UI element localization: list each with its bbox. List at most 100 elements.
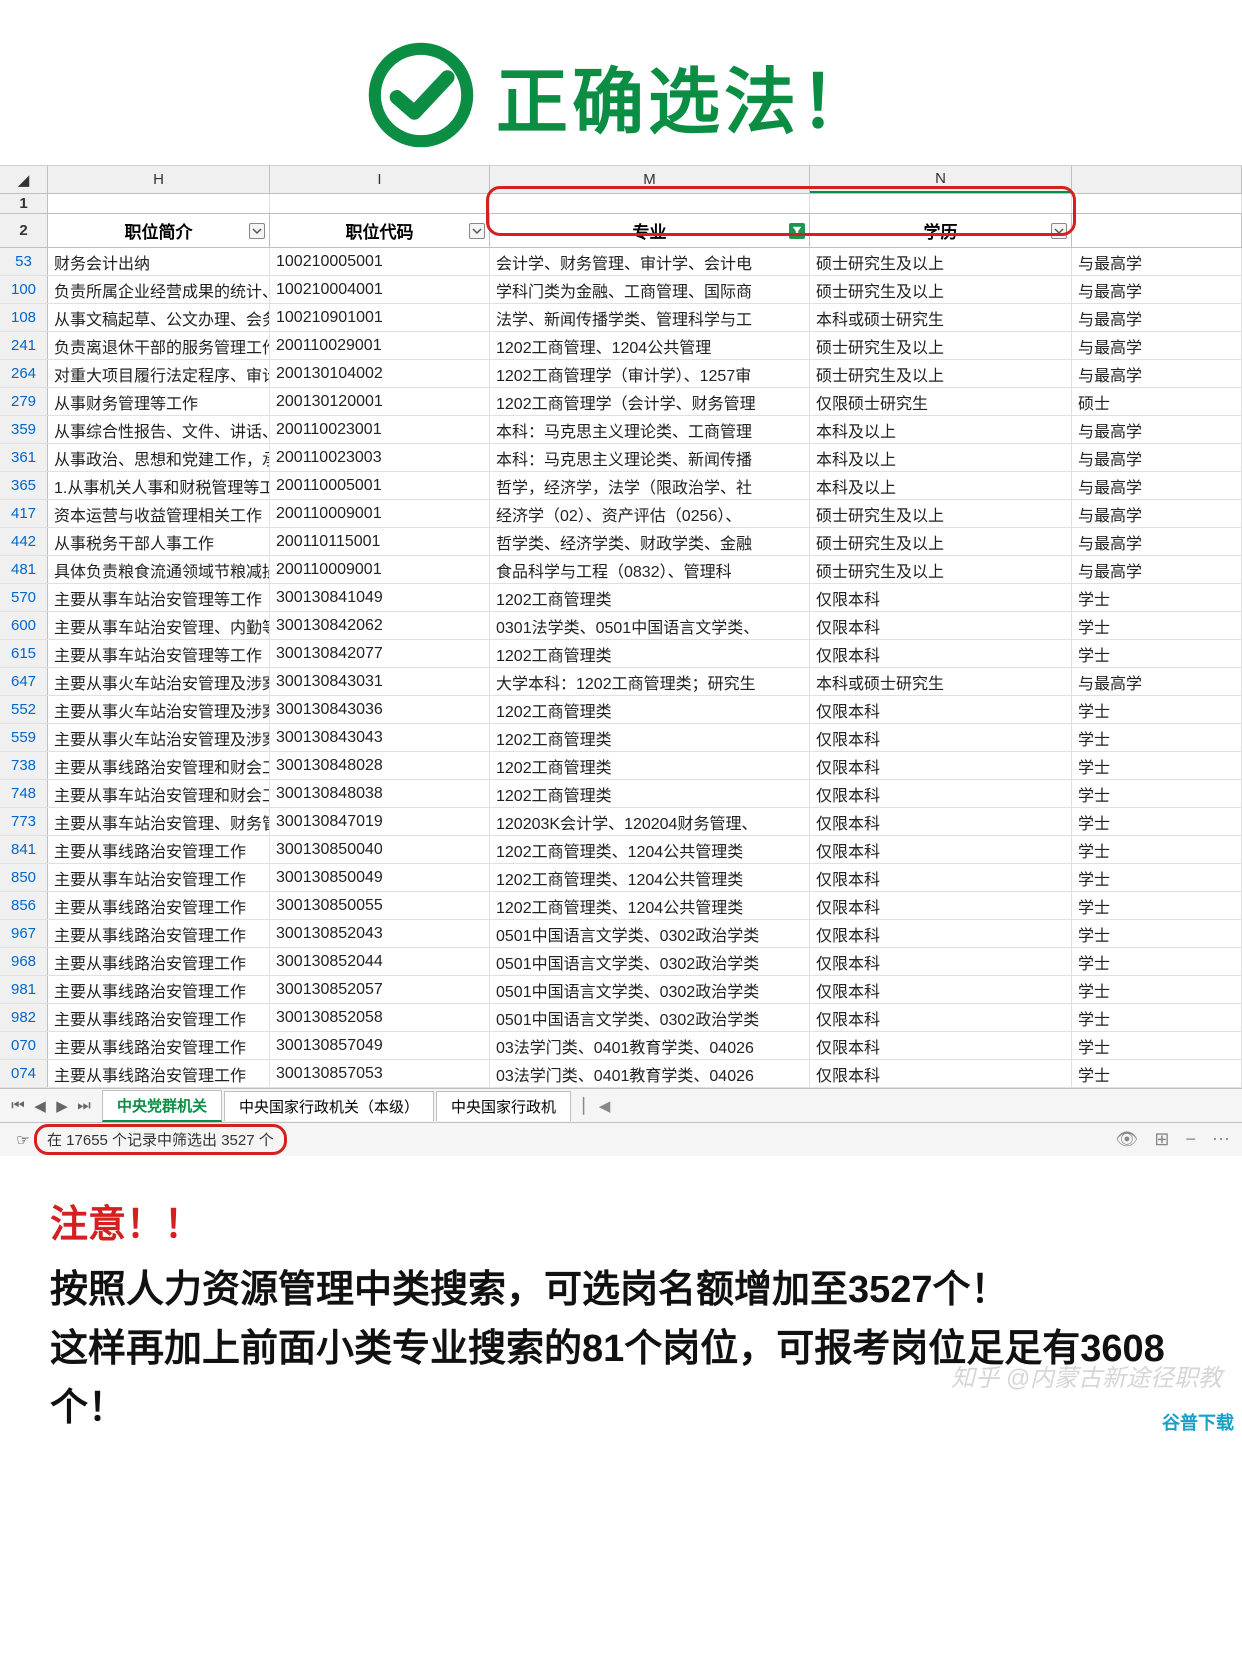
cell-major[interactable]: 03法学门类、0401教育学类、04026 bbox=[490, 1060, 810, 1087]
cell-position-desc[interactable]: 主要从事线路治安管理工作 bbox=[48, 836, 270, 863]
cell-major[interactable]: 1202工商管理学（会计学、财务管理 bbox=[490, 388, 810, 415]
cell-major[interactable]: 本科：马克思主义理论类、工商管理 bbox=[490, 416, 810, 443]
cell-position-desc[interactable]: 主要从事车站治安管理、财务管理等 bbox=[48, 808, 270, 835]
cell-position-desc[interactable]: 主要从事线路治安管理工作 bbox=[48, 948, 270, 975]
zoom-out-icon[interactable]: − bbox=[1185, 1129, 1196, 1150]
cell-major[interactable]: 0501中国语言文学类、0302政治学类 bbox=[490, 1004, 810, 1031]
cell-position-code[interactable]: 200110009001 bbox=[270, 500, 490, 527]
row-number[interactable]: 773 bbox=[0, 808, 48, 835]
cell-education[interactable]: 仅限本科 bbox=[810, 1032, 1072, 1059]
row-number[interactable]: 748 bbox=[0, 780, 48, 807]
cell-position-desc[interactable]: 从事综合性报告、文件、讲话、文章 bbox=[48, 416, 270, 443]
cell-major[interactable]: 1202工商管理类、1204公共管理类 bbox=[490, 864, 810, 891]
cell-next[interactable]: 学士 bbox=[1072, 1004, 1242, 1031]
cell-position-code[interactable]: 300130842077 bbox=[270, 640, 490, 667]
column-head-H[interactable]: H bbox=[48, 166, 270, 193]
cell-major[interactable]: 大学本科：1202工商管理类；研究生 bbox=[490, 668, 810, 695]
cell-education[interactable]: 仅限本科 bbox=[810, 836, 1072, 863]
cell-position-code[interactable]: 200110005001 bbox=[270, 472, 490, 499]
sheet-tab-active[interactable]: 中央党群机关 bbox=[102, 1090, 222, 1122]
cell-education[interactable]: 本科及以上 bbox=[810, 416, 1072, 443]
cell-next[interactable]: 学士 bbox=[1072, 1060, 1242, 1087]
cell-position-desc[interactable]: 对重大项目履行法定程序、审计取证 bbox=[48, 360, 270, 387]
cell-position-code[interactable]: 300130848038 bbox=[270, 780, 490, 807]
cell-major[interactable]: 经济学（02）、资产评估（0256）、 bbox=[490, 500, 810, 527]
row-number[interactable]: 070 bbox=[0, 1032, 48, 1059]
column-head-I[interactable]: I bbox=[270, 166, 490, 193]
cell-position-code[interactable]: 200130104002 bbox=[270, 360, 490, 387]
cell-position-code[interactable]: 200110029001 bbox=[270, 332, 490, 359]
cell-next[interactable]: 与最高学 bbox=[1072, 332, 1242, 359]
cell-position-desc[interactable]: 从事文稿起草、公文办理、会务和活 bbox=[48, 304, 270, 331]
cell-position-desc[interactable]: 主要从事车站治安管理等工作 bbox=[48, 584, 270, 611]
cell-position-desc[interactable]: 从事财务管理等工作 bbox=[48, 388, 270, 415]
cell-position-desc[interactable]: 财务会计出纳 bbox=[48, 248, 270, 275]
cell-next[interactable]: 与最高学 bbox=[1072, 472, 1242, 499]
row-number[interactable]: 856 bbox=[0, 892, 48, 919]
cell-education[interactable]: 仅限本科 bbox=[810, 640, 1072, 667]
cell-position-desc[interactable]: 主要从事火车站治安管理及涉案财物 bbox=[48, 696, 270, 723]
filter-button[interactable] bbox=[469, 223, 485, 239]
cell-next[interactable]: 学士 bbox=[1072, 892, 1242, 919]
row-number[interactable]: 2 bbox=[0, 214, 48, 247]
cell-education[interactable]: 硕士研究生及以上 bbox=[810, 332, 1072, 359]
cell-education[interactable]: 本科或硕士研究生 bbox=[810, 668, 1072, 695]
cell-major[interactable]: 1202工商管理类、1204公共管理类 bbox=[490, 836, 810, 863]
row-number[interactable]: 841 bbox=[0, 836, 48, 863]
sheet-tab[interactable]: 中央国家行政机关（本级） bbox=[224, 1091, 434, 1121]
cell-next[interactable]: 学士 bbox=[1072, 836, 1242, 863]
sheet-tab[interactable]: 中央国家行政机 bbox=[436, 1091, 571, 1121]
cell-major[interactable]: 哲学，经济学，法学（限政治学、社 bbox=[490, 472, 810, 499]
cell-position-code[interactable]: 300130852043 bbox=[270, 920, 490, 947]
cell-position-desc[interactable]: 主要从事火车站治安管理及涉案财物 bbox=[48, 668, 270, 695]
cell-next[interactable]: 与最高学 bbox=[1072, 248, 1242, 275]
column-head-next[interactable] bbox=[1072, 166, 1242, 193]
header-major[interactable]: 专业 bbox=[490, 214, 810, 247]
cell-education[interactable]: 硕士研究生及以上 bbox=[810, 500, 1072, 527]
cell-position-code[interactable]: 200110023003 bbox=[270, 444, 490, 471]
cell-next[interactable]: 学士 bbox=[1072, 920, 1242, 947]
cell-major[interactable]: 1202工商管理类 bbox=[490, 696, 810, 723]
cell-next[interactable]: 学士 bbox=[1072, 948, 1242, 975]
cell-next[interactable]: 学士 bbox=[1072, 696, 1242, 723]
row-number[interactable]: 361 bbox=[0, 444, 48, 471]
tab-nav-first[interactable]: ⏮ bbox=[8, 1096, 28, 1116]
cell-major[interactable]: 1202工商管理类 bbox=[490, 584, 810, 611]
cell-education[interactable]: 仅限本科 bbox=[810, 752, 1072, 779]
cell-position-desc[interactable]: 资本运营与收益管理相关工作 bbox=[48, 500, 270, 527]
cell-position-code[interactable]: 300130847019 bbox=[270, 808, 490, 835]
cell-major[interactable]: 1202工商管理类 bbox=[490, 752, 810, 779]
cell-education[interactable]: 仅限硕士研究生 bbox=[810, 388, 1072, 415]
row-number[interactable]: 481 bbox=[0, 556, 48, 583]
cell-education[interactable]: 本科及以上 bbox=[810, 444, 1072, 471]
cell-position-code[interactable]: 300130852057 bbox=[270, 976, 490, 1003]
row-number[interactable]: 264 bbox=[0, 360, 48, 387]
cell-major[interactable]: 本科：马克思主义理论类、新闻传播 bbox=[490, 444, 810, 471]
cell-next[interactable]: 与最高学 bbox=[1072, 360, 1242, 387]
cell-next[interactable]: 学士 bbox=[1072, 724, 1242, 751]
filter-button[interactable] bbox=[1051, 223, 1067, 239]
cell-education[interactable]: 仅限本科 bbox=[810, 584, 1072, 611]
cell-position-code[interactable]: 300130850049 bbox=[270, 864, 490, 891]
cell-position-code[interactable]: 200130120001 bbox=[270, 388, 490, 415]
row-number[interactable]: 365 bbox=[0, 472, 48, 499]
filter-button-active[interactable] bbox=[789, 223, 805, 239]
row-number[interactable]: 981 bbox=[0, 976, 48, 1003]
cell-next[interactable]: 与最高学 bbox=[1072, 528, 1242, 555]
cell-position-code[interactable]: 100210004001 bbox=[270, 276, 490, 303]
cell-major[interactable]: 120203K会计学、120204财务管理、 bbox=[490, 808, 810, 835]
cell-next[interactable]: 学士 bbox=[1072, 640, 1242, 667]
row-number[interactable]: 600 bbox=[0, 612, 48, 639]
header-position-desc[interactable]: 职位简介 bbox=[48, 214, 270, 247]
view-icon[interactable]: 👁 bbox=[1116, 1129, 1139, 1150]
cell-major[interactable]: 1202工商管理类 bbox=[490, 780, 810, 807]
cell-position-code[interactable]: 300130841049 bbox=[270, 584, 490, 611]
row-number[interactable]: 968 bbox=[0, 948, 48, 975]
cell-position-desc[interactable]: 1.从事机关人事和财税管理等工作； bbox=[48, 472, 270, 499]
header-next[interactable] bbox=[1072, 214, 1242, 247]
row-number[interactable]: 559 bbox=[0, 724, 48, 751]
cell-next[interactable]: 学士 bbox=[1072, 752, 1242, 779]
cell-position-code[interactable]: 300130857053 bbox=[270, 1060, 490, 1087]
row-number[interactable]: 100 bbox=[0, 276, 48, 303]
cell-education[interactable]: 硕士研究生及以上 bbox=[810, 360, 1072, 387]
